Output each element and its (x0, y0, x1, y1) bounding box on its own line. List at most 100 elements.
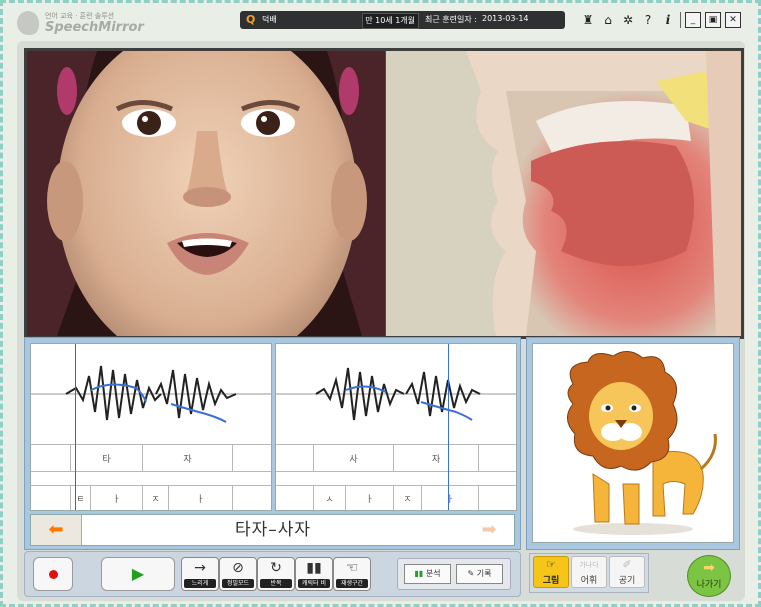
title-bar: 언어 교육 · 훈련 솔루션 SpeechMirror Q 덕배 만 10세 1… (3, 3, 758, 39)
playback-cursor-left[interactable] (75, 344, 76, 510)
syllable-row-left: 타 자 (31, 444, 271, 472)
feather-icon: ✐ (622, 558, 632, 571)
hand-icon: ☞ (546, 558, 556, 571)
record-note-button[interactable]: ✎ 기록 (456, 564, 503, 584)
close-icon[interactable]: ✕ (725, 12, 741, 28)
toolbar-separator (680, 12, 681, 28)
right-arrow-icon: ➡ (481, 519, 497, 540)
syllable-cell: 자 (394, 445, 479, 471)
tab-vocab-label: 어휘 (580, 576, 598, 586)
syllable-cell: 사 (314, 445, 394, 471)
syllable-cell-empty (276, 445, 314, 471)
precision-icon: ⊘ (232, 560, 244, 576)
face-animation-view (27, 51, 386, 336)
pointing-hand-icon: ☜ (345, 560, 359, 576)
next-word-button[interactable]: ➡ (464, 515, 514, 545)
slow-label: 느리게 (184, 579, 216, 588)
exit-arrow-icon: ➡ (703, 560, 715, 576)
play-range-label: 재생구간 (336, 579, 368, 588)
phoneme-cell-empty (479, 486, 516, 510)
target-word: 타자–사자 (234, 520, 312, 540)
phoneme-cell: ㅈ (394, 486, 422, 510)
record-button[interactable] (33, 557, 73, 591)
phoneme-row-left: ㅌ ㅏ ㅈ ㅏ (31, 486, 271, 510)
syllable-row-right: 사 자 (276, 444, 516, 472)
repeat-button[interactable]: ↻ 반복 (257, 557, 295, 591)
record-icon (49, 570, 58, 579)
vocab-hint: 가나다 (579, 561, 599, 569)
playback-cursor-right[interactable] (448, 344, 449, 510)
last-training-label: 최근 훈련일자 : (425, 15, 477, 24)
user-age-box: 만 10세 1개월 (362, 13, 419, 29)
word-bar: ⬅ 타자–사자 ➡ (30, 514, 515, 546)
tab-picture[interactable]: ☞ 그림 (533, 556, 569, 588)
last-training-date: 2013-03-14 (482, 14, 529, 23)
app-logo: 언어 교육 · 훈련 솔루션 SpeechMirror (13, 9, 144, 37)
speechmirror-window: 언어 교육 · 훈련 솔루션 SpeechMirror Q 덕배 만 10세 1… (0, 0, 761, 607)
phoneme-cell: ㅏ (91, 486, 143, 510)
repeat-icon: ↻ (270, 560, 282, 576)
slow-icon: → (194, 560, 206, 576)
analysis-label: 분석 (425, 569, 441, 578)
precision-mode-button[interactable]: ⊘ 정밀모드 (219, 557, 257, 591)
user-age: 만 10세 1개월 (365, 16, 415, 25)
left-arrow-icon: ⬅ (48, 519, 64, 540)
phoneme-cell: ㅏ (346, 486, 394, 510)
play-icon: ▶ (131, 564, 145, 583)
home-icon[interactable]: ⌂ (600, 12, 616, 28)
exit-label: 나가기 (696, 580, 722, 590)
help-icon[interactable]: ? (640, 12, 656, 28)
phoneme-row-right: ㅅ ㅏ ㅈ ㅏ (276, 486, 516, 510)
play-button[interactable]: ▶ (101, 557, 175, 591)
character-compare-button[interactable]: ▮▮ 캐릭터 비 (295, 557, 333, 591)
minimize-icon[interactable]: _ (685, 12, 701, 28)
slow-button[interactable]: → 느리게 (181, 557, 219, 591)
phoneme-cell: ㅌ (71, 486, 91, 510)
phoneme-cell: ㅅ (314, 486, 346, 510)
search-icon[interactable]: Q (246, 13, 258, 26)
syllable-cell-empty (31, 445, 71, 471)
phoneme-cell-empty (276, 486, 314, 510)
analysis-group: ▮▮ 분석 ✎ 기록 (397, 558, 511, 590)
tab-air[interactable]: ✐ 공기 (609, 556, 645, 588)
waveform-right-signal (276, 367, 516, 421)
tab-vocab[interactable]: 가나다 어휘 (571, 556, 607, 588)
syllable-cell: 자 (143, 445, 233, 471)
logo-name: SpeechMirror (45, 20, 144, 35)
waveform-left-signal (31, 365, 271, 423)
gear-icon[interactable]: ✲ (620, 12, 636, 28)
user-name: 덕배 (262, 15, 277, 24)
picture-frame (532, 343, 734, 543)
character-label: 캐릭터 비 (298, 579, 330, 588)
phoneme-cell: ㅏ (422, 486, 479, 510)
waveform-right[interactable]: 사 자 ㅅ ㅏ ㅈ ㅏ (275, 343, 517, 511)
mouth-cross-section-image (386, 51, 741, 336)
video-panel (24, 48, 744, 339)
logo-mark-icon (17, 11, 39, 35)
articulation-side-view (386, 51, 741, 336)
play-range-button[interactable]: ☜ 재생구간 (333, 557, 371, 591)
info-icon[interactable]: i (660, 12, 676, 28)
restore-icon[interactable]: ▣ (705, 12, 721, 28)
phoneme-cell-empty (233, 486, 271, 510)
prev-word-button[interactable]: ⬅ (31, 515, 82, 545)
pencil-icon: ✎ (467, 569, 475, 578)
record-note-label: 기록 (476, 569, 492, 578)
waveform-left[interactable]: 타 자 ㅌ ㅏ ㅈ ㅏ (30, 343, 272, 511)
mode-tabs: ☞ 그림 가나다 어휘 ✐ 공기 (529, 553, 649, 593)
syllable-cell: 타 (71, 445, 143, 471)
picture-panel (526, 337, 740, 550)
exit-button[interactable]: ➡ 나가기 (687, 555, 731, 597)
lion-picture (567, 351, 717, 535)
phoneme-cell: ㅏ (169, 486, 233, 510)
person-icon[interactable]: ♜ (580, 12, 596, 28)
analysis-button[interactable]: ▮▮ 분석 (404, 564, 451, 584)
playback-controls: ▶ → 느리게 ⊘ 정밀모드 ↻ 반복 ▮▮ 캐릭터 비 ☜ 재생구간 ▮▮ 분… (24, 551, 521, 597)
tab-air-label: 공기 (618, 576, 636, 586)
phoneme-cell-empty (31, 486, 71, 510)
user-info-bar: Q 덕배 만 10세 1개월 최근 훈련일자 : 2013-03-14 (240, 11, 565, 29)
precision-label: 정밀모드 (222, 579, 254, 588)
tab-picture-label: 그림 (542, 576, 560, 586)
waveform-panel: 타 자 ㅌ ㅏ ㅈ ㅏ 사 자 ㅅ ㅏ ㅈ ㅏ ⬅ 타자–사자 ➡ (24, 337, 521, 550)
top-toolbar: ♜ ⌂ ✲ ? i _ ▣ ✕ (580, 12, 741, 30)
